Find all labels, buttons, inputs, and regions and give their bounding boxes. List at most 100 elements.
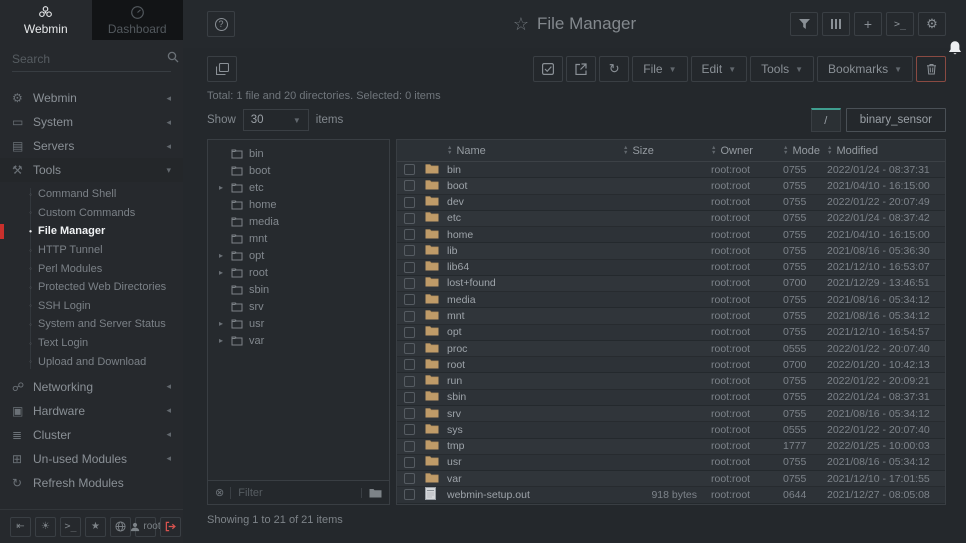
table-row[interactable]: dev root:root 0755 2022/01/22 - 20:07:49 [397, 195, 945, 211]
tree-item[interactable]: ▸ opt [208, 247, 389, 264]
file-name[interactable]: media [447, 294, 623, 306]
table-row[interactable]: proc root:root 0555 2022/01/22 - 20:07:4… [397, 341, 945, 357]
sidebar-submenu-item[interactable]: ◦ SSH Login [0, 297, 183, 316]
tree-item[interactable]: ▸ usr [208, 315, 389, 332]
row-checkbox[interactable] [404, 489, 415, 500]
file-name[interactable]: lost+found [447, 277, 623, 289]
table-row[interactable]: opt root:root 0755 2021/12/10 - 16:54:57 [397, 325, 945, 341]
row-checkbox[interactable] [404, 327, 415, 338]
page-size-select[interactable]: 30 ▼ [243, 109, 309, 131]
tree-item[interactable]: sbin [208, 281, 389, 298]
settings-button[interactable]: ⚙ [918, 12, 946, 36]
sidebar-menu-item[interactable]: ▣ Hardware ◂ [0, 399, 183, 423]
file-name[interactable]: sbin [447, 391, 623, 403]
tree-item[interactable]: ▸ var [208, 332, 389, 349]
table-row[interactable]: root root:root 0700 2022/01/20 - 10:42:1… [397, 357, 945, 373]
tree-item[interactable]: ▸ etc [208, 179, 389, 196]
column-header-size[interactable]: ▲▼Size [623, 145, 711, 157]
file-name[interactable]: opt [447, 326, 623, 338]
sidebar-menu-item[interactable]: ⚙ Webmin ◂ [0, 86, 183, 110]
sidebar-menu-item[interactable]: ⊞ Un-used Modules ◂ [0, 447, 183, 471]
select-all-button[interactable] [533, 56, 563, 82]
file-name[interactable]: dev [447, 196, 623, 208]
file-name[interactable]: lib [447, 245, 623, 257]
file-name[interactable]: etc [447, 212, 623, 224]
table-row[interactable]: sys root:root 0555 2022/01/22 - 20:07:40 [397, 422, 945, 438]
table-row[interactable]: boot root:root 0755 2021/04/10 - 16:15:0… [397, 178, 945, 194]
column-header-mode[interactable]: ▲▼Mode [783, 145, 827, 157]
row-checkbox[interactable] [404, 359, 415, 370]
column-header-modified[interactable]: ▲▼Modified [827, 145, 945, 157]
search-input[interactable] [12, 52, 167, 66]
row-checkbox[interactable] [404, 376, 415, 387]
row-checkbox[interactable] [404, 197, 415, 208]
table-row[interactable]: tmp root:root 1777 2022/01/25 - 10:00:03 [397, 439, 945, 455]
table-row[interactable]: run root:root 0755 2022/01/22 - 20:09:21 [397, 373, 945, 389]
row-checkbox[interactable] [404, 294, 415, 305]
table-row[interactable]: var root:root 0755 2021/12/10 - 17:01:55 [397, 471, 945, 487]
sidebar-submenu-item[interactable]: ◦ HTTP Tunnel [0, 241, 183, 260]
table-row[interactable]: lib64 root:root 0755 2021/12/10 - 16:53:… [397, 260, 945, 276]
file-name[interactable]: sys [447, 424, 623, 436]
row-checkbox[interactable] [404, 441, 415, 452]
row-checkbox[interactable] [404, 229, 415, 240]
tree-item[interactable]: boot [208, 162, 389, 179]
sidebar-menu-item[interactable]: ▭ System ◂ [0, 110, 183, 134]
sidebar-submenu-item[interactable]: ◦ Command Shell [0, 185, 183, 204]
filter-button[interactable] [790, 12, 818, 36]
file-name[interactable]: usr [447, 456, 623, 468]
file-menu-button[interactable]: File▼ [632, 56, 687, 82]
table-row[interactable]: home root:root 0755 2021/04/10 - 16:15:0… [397, 227, 945, 243]
row-checkbox[interactable] [404, 180, 415, 191]
refresh-button[interactable]: ↻ [599, 56, 629, 82]
tree-filter-input[interactable] [230, 487, 356, 499]
sidebar-submenu-item[interactable]: • File Manager [0, 222, 183, 241]
clear-filter-icon[interactable]: ⊗ [215, 486, 224, 499]
row-checkbox[interactable] [404, 473, 415, 484]
sidebar-menu-item[interactable]: ≣ Cluster ◂ [0, 423, 183, 447]
caret-right-icon[interactable]: ▸ [217, 336, 225, 345]
logout-button[interactable] [160, 517, 181, 537]
share-button[interactable] [566, 56, 596, 82]
terminal-button[interactable]: >_ [60, 517, 81, 537]
add-button[interactable]: + [854, 12, 882, 36]
tree-item[interactable]: bin [208, 145, 389, 162]
file-name[interactable]: home [447, 229, 623, 241]
help-button[interactable]: ? [207, 11, 235, 37]
table-row[interactable]: mnt root:root 0755 2021/08/16 - 05:34:12 [397, 308, 945, 324]
columns-button[interactable] [822, 12, 850, 36]
trash-button[interactable] [916, 56, 946, 82]
table-row[interactable]: lib root:root 0755 2021/08/16 - 05:36:30 [397, 243, 945, 259]
sidebar-submenu-item[interactable]: ◦ Text Login [0, 334, 183, 353]
sidebar-submenu-item[interactable]: ◦ Protected Web Directories [0, 278, 183, 297]
caret-right-icon[interactable]: ▸ [217, 251, 225, 260]
favorite-star-icon[interactable]: ☆ [513, 14, 529, 35]
row-checkbox[interactable] [404, 213, 415, 224]
table-row[interactable]: sbin root:root 0755 2022/01/24 - 08:37:3… [397, 390, 945, 406]
table-row[interactable]: media root:root 0755 2021/08/16 - 05:34:… [397, 292, 945, 308]
table-row[interactable]: lost+found root:root 0700 2021/12/29 - 1… [397, 276, 945, 292]
file-name[interactable]: tmp [447, 440, 623, 452]
column-header-name[interactable]: ▲▼Name [447, 145, 623, 157]
row-checkbox[interactable] [404, 457, 415, 468]
row-checkbox[interactable] [404, 245, 415, 256]
shell-button[interactable]: >_ [886, 12, 914, 36]
bookmarks-menu-button[interactable]: Bookmarks▼ [817, 56, 913, 82]
tree-item[interactable]: srv [208, 298, 389, 315]
sidebar-submenu-item[interactable]: ◦ Upload and Download [0, 352, 183, 371]
notification-bell-icon[interactable] [947, 40, 963, 62]
file-name[interactable]: boot [447, 180, 623, 192]
tree-item[interactable]: ▸ root [208, 264, 389, 281]
table-row[interactable]: srv root:root 0755 2021/08/16 - 05:34:12 [397, 406, 945, 422]
language-button[interactable] [110, 517, 131, 537]
tree-item[interactable]: mnt [208, 230, 389, 247]
sidebar-menu-item[interactable]: ▤ Servers ◂ [0, 134, 183, 158]
row-checkbox[interactable] [404, 343, 415, 354]
tab-dashboard[interactable]: Dashboard [92, 0, 184, 40]
tree-item[interactable]: home [208, 196, 389, 213]
file-name[interactable]: root [447, 359, 623, 371]
goto-folder-button[interactable] [361, 488, 382, 498]
row-checkbox[interactable] [404, 408, 415, 419]
file-name[interactable]: var [447, 473, 623, 485]
caret-right-icon[interactable]: ▸ [217, 319, 225, 328]
